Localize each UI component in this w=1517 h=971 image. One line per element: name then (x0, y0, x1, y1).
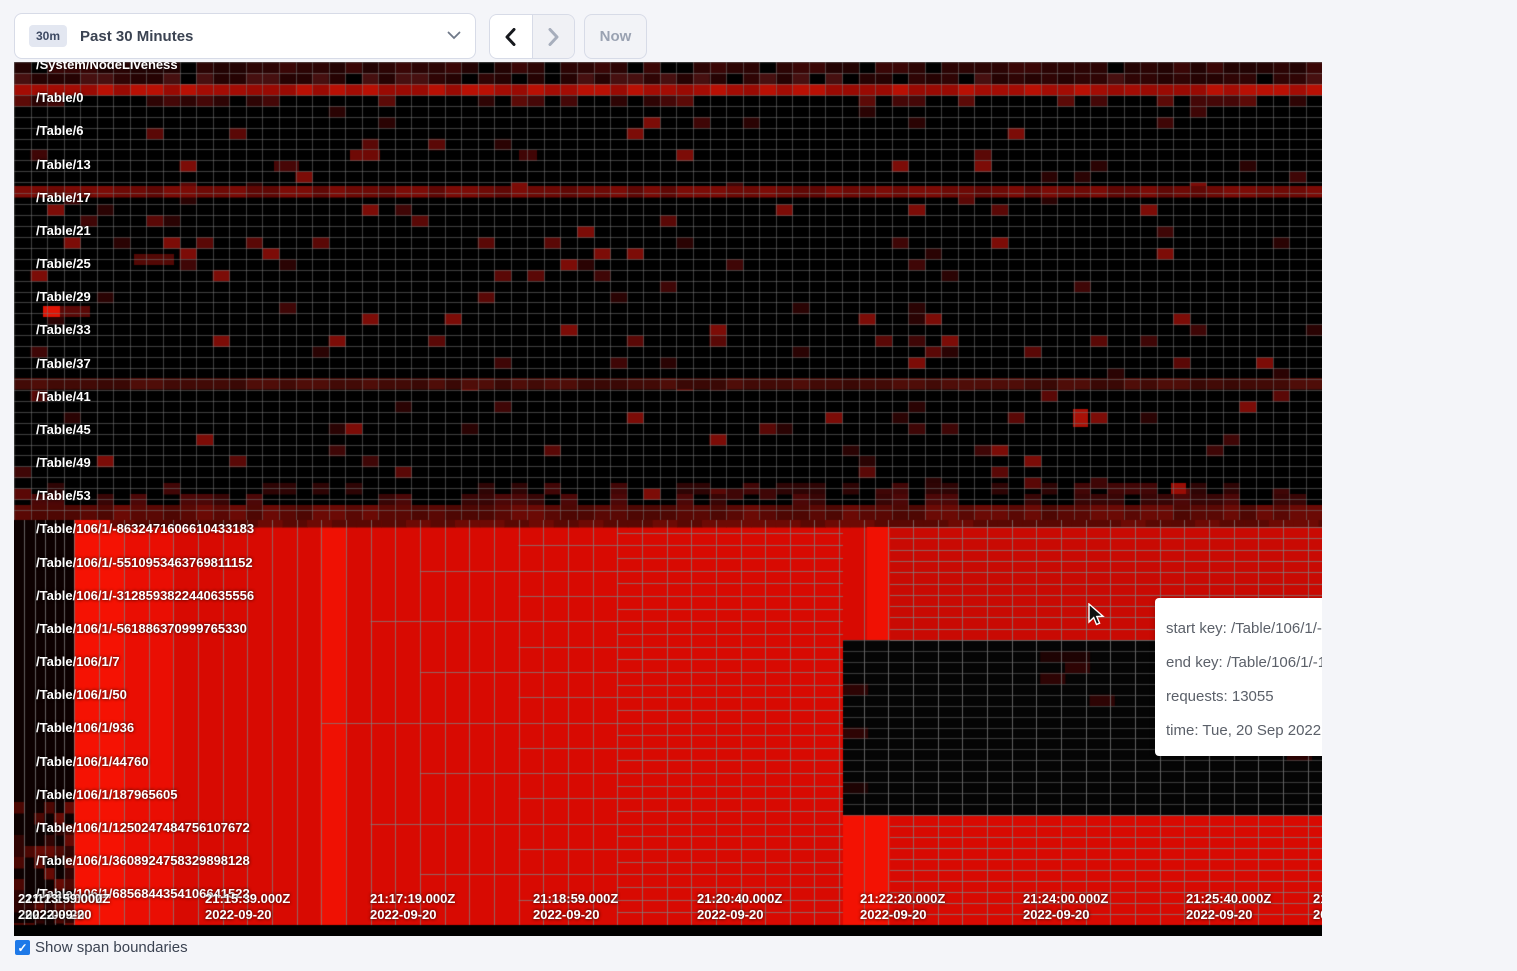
show-span-boundaries-checkbox[interactable]: ✓ (15, 940, 30, 955)
chevron-left-icon (505, 28, 516, 46)
key-visualizer-page: 30m Past 30 Minutes Now /System/NodeLive… (0, 0, 1517, 971)
previous-interval-button[interactable] (490, 15, 533, 58)
heatmap-canvas[interactable] (14, 62, 1322, 936)
cell-tooltip: start key: /Table/106/1/-247433150824388… (1155, 598, 1322, 756)
time-range-badge: 30m (29, 25, 67, 47)
show-span-boundaries-row: ✓ Show span boundaries (15, 939, 188, 956)
time-range-dropdown[interactable]: 30m Past 30 Minutes (14, 13, 476, 59)
chevron-right-icon (548, 28, 559, 46)
tooltip-end-key: end key: /Table/106/1/-18683814745282642… (1166, 655, 1322, 670)
now-button[interactable]: Now (584, 14, 647, 59)
time-range-label: Past 30 Minutes (80, 28, 447, 45)
tooltip-start-key: start key: /Table/106/1/-247433150824388… (1166, 621, 1322, 636)
next-interval-button[interactable] (533, 15, 574, 58)
key-visualizer-heatmap: /System/NodeLiveness/Table/0/Table/6/Tab… (14, 62, 1322, 936)
show-span-boundaries-label: Show span boundaries (35, 939, 188, 956)
chevron-down-icon (447, 27, 461, 45)
tooltip-requests: requests: 13055 (1166, 689, 1322, 704)
time-nav-group (489, 14, 575, 59)
tooltip-time: time: Tue, 20 Sep 2022 21:24:40 GMT (1166, 723, 1322, 738)
